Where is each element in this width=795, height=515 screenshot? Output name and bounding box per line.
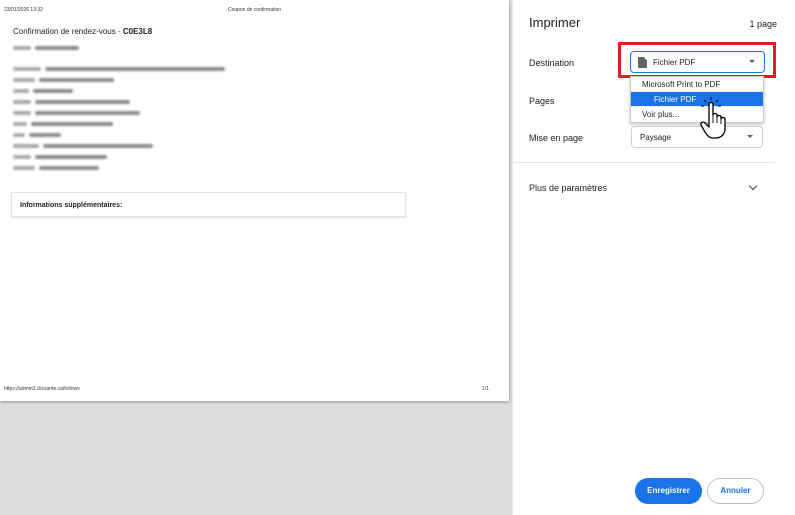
destination-value: Fichier PDF [653,58,696,67]
print-settings-panel: Imprimer 1 page Destination Fichier PDF … [512,0,795,515]
redacted-contact-block [13,155,107,177]
page-footer-url: https://admin3.clicsante.ca/follows [4,386,80,392]
chevron-down-icon [747,135,753,138]
destination-label: Destination [529,58,575,68]
dropdown-option-microsoft-print[interactable]: Microsoft Print to PDF [631,77,763,92]
chevron-down-icon [749,60,755,63]
document-title-prefix: Confirmation de rendez-vous - [13,27,123,36]
dropdown-option-see-more[interactable]: Voir plus... [631,107,763,122]
destination-dropdown[interactable]: Microsoft Print to PDF Fichier PDF Voir … [630,76,764,123]
pages-label: Pages [529,96,555,106]
layout-label: Mise en page [529,133,584,143]
page-count: 1 page [749,19,777,29]
info-box: Informations supplémentaires: [11,192,406,217]
page-footer-number: 1/1 [482,386,489,392]
layout-select[interactable]: Paysage [631,126,763,148]
layout-value: Paysage [640,133,672,142]
document-code: C0E3L8 [122,27,153,36]
cancel-button[interactable]: Annuler [707,478,764,504]
expand-chevron-icon[interactable] [748,181,758,191]
hand-cursor-icon [700,97,726,139]
panel-title: Imprimer [529,15,581,30]
page-header-title: Coupon de confirmation [227,7,282,13]
section-divider [513,162,775,163]
destination-select[interactable]: Fichier PDF [630,51,765,73]
more-settings-label[interactable]: Plus de paramètres [529,183,607,193]
info-box-title: Informations supplémentaires: [20,202,123,209]
save-button[interactable]: Enregistrer [635,478,702,504]
preview-page: 23/01/2026 13:32 Coupon de confirmation … [0,0,509,401]
redacted-details-block [13,67,225,155]
redacted-name-block [13,46,79,57]
dropdown-option-pdf[interactable]: Fichier PDF [631,92,763,107]
print-preview-area: 23/01/2026 13:32 Coupon de confirmation … [0,0,512,515]
document-title: Confirmation de rendez-vous - C0E3L8 [13,27,152,36]
file-icon [638,57,647,68]
